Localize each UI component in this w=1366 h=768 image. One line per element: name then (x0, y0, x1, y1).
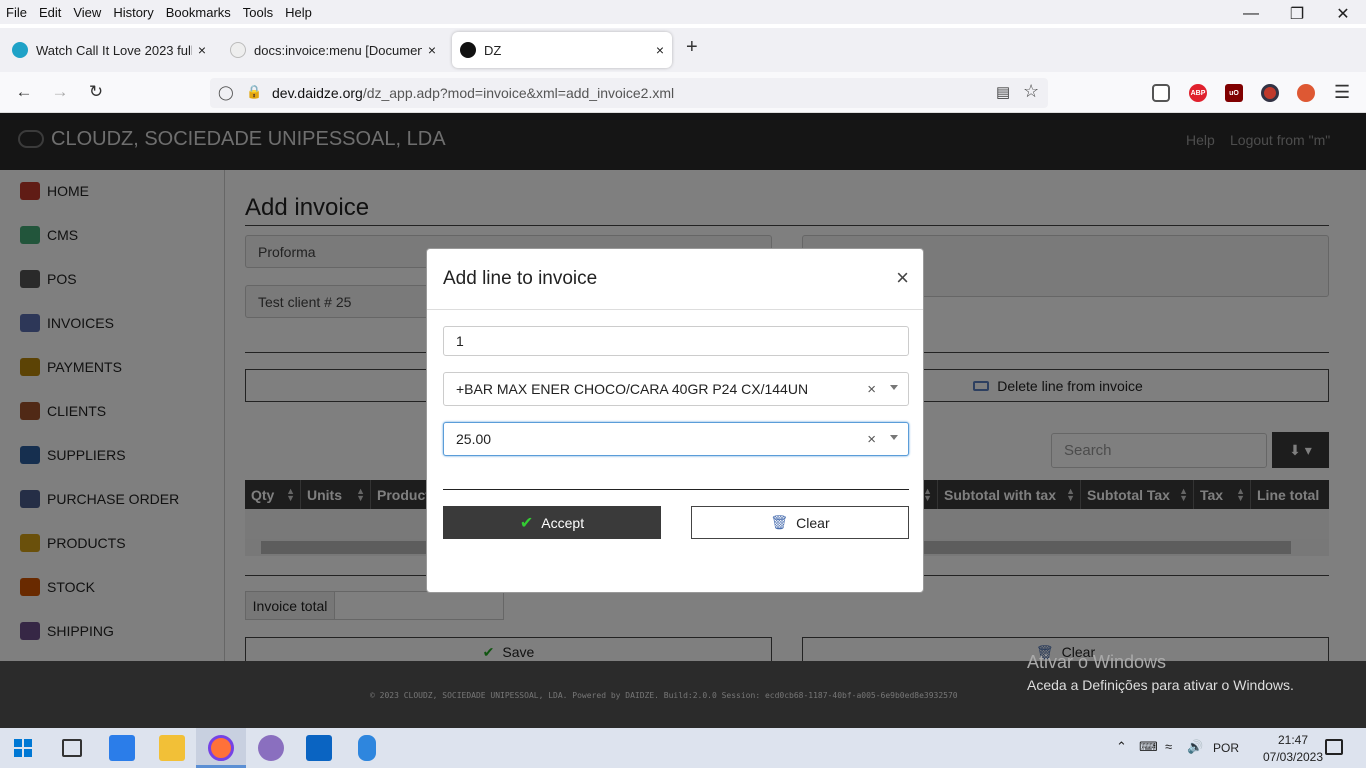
url-path: /dz_app.adp?mod=invoice&xml=add_invoice2… (362, 85, 675, 101)
shield-ext-icon[interactable] (1261, 84, 1279, 102)
reader-view-icon[interactable]: ▤ (996, 83, 1010, 101)
window-close-button[interactable]: ✕ (1320, 0, 1366, 28)
modal-clear-button[interactable]: 🗑 Clear (691, 506, 909, 539)
hamburger-menu-icon[interactable]: ☰ (1334, 82, 1350, 103)
price-clear-icon[interactable]: × (867, 431, 876, 448)
bookmark-star-icon[interactable]: ☆ (1023, 81, 1039, 102)
windows-activation-title: Ativar o Windows (1027, 652, 1167, 672)
tab-title: Watch Call It Love 2023 full serie (36, 42, 192, 58)
app-blue-icon[interactable] (358, 735, 376, 761)
menu-edit[interactable]: Edit (33, 5, 67, 20)
tab-title: DZ (484, 42, 502, 58)
menu-history[interactable]: History (107, 5, 159, 20)
tracking-shield-icon[interactable]: ◯ (218, 84, 234, 101)
price-selected-value: 25.00 (456, 431, 492, 447)
chevron-down-icon[interactable] (890, 435, 898, 440)
price-select[interactable]: 25.00 × (443, 422, 909, 456)
footer-text: © 2023 CLOUDZ, SOCIEDADE UNIPESSOAL, LDA… (370, 691, 958, 700)
menu-bookmarks[interactable]: Bookmarks (160, 5, 237, 20)
menu-bar: File Edit View History Bookmarks Tools H… (0, 0, 1366, 24)
add-line-modal: Add line to invoice × 1 +BAR MAX ENER CH… (426, 248, 924, 593)
duckduckgo-icon[interactable] (1297, 84, 1315, 102)
tab-docs[interactable]: docs:invoice:menu [Documentação × (222, 32, 444, 68)
adblock-icon[interactable]: ABP (1189, 84, 1207, 102)
trash-icon: 🗑 (770, 514, 789, 530)
accept-button[interactable]: ✔ Accept (443, 506, 661, 539)
menu-file[interactable]: File (0, 5, 33, 20)
chevron-down-icon[interactable] (890, 385, 898, 390)
tab-dz[interactable]: DZ × (452, 32, 672, 68)
firefox-icon (208, 735, 234, 761)
menu-view[interactable]: View (67, 5, 107, 20)
modal-header-divider (427, 309, 923, 310)
app-bird-icon[interactable] (258, 735, 284, 761)
wifi-icon[interactable]: ≈ (1165, 739, 1172, 754)
modal-divider (443, 489, 909, 490)
reload-icon[interactable]: ↻ (82, 80, 110, 104)
play-favicon-icon (12, 42, 28, 58)
windows-start-icon[interactable] (14, 739, 32, 757)
clock-time[interactable]: 21:47 (1263, 733, 1323, 747)
restore-button[interactable]: ❐ (1274, 0, 1320, 28)
tray-chevron-icon[interactable]: ⌃ (1116, 739, 1127, 755)
product-selected-value: +BAR MAX ENER CHOCO/CARA 40GR P24 CX/144… (456, 381, 809, 397)
lock-icon[interactable]: 🔒 (246, 84, 262, 100)
url-host: dev.daidze.org (272, 85, 363, 101)
product-clear-icon[interactable]: × (867, 381, 876, 398)
accept-label: Accept (541, 514, 585, 531)
back-icon[interactable]: ← (10, 80, 38, 104)
tab-watch[interactable]: Watch Call It Love 2023 full serie × (4, 32, 214, 68)
menu-tools[interactable]: Tools (237, 5, 279, 20)
dz-favicon-icon (460, 42, 476, 58)
tab-title: docs:invoice:menu [Documentação (254, 42, 422, 58)
tab-bar: Watch Call It Love 2023 full serie × doc… (0, 28, 1366, 72)
modal-clear-label: Clear (796, 514, 830, 531)
pocket-icon[interactable] (1152, 84, 1170, 102)
network-icon[interactable]: ⌨ (1139, 739, 1158, 755)
windows-activation-text: Aceda a Definições para ativar o Windows… (1027, 677, 1294, 693)
tab-close-icon[interactable]: × (198, 42, 206, 58)
modal-close-icon[interactable]: × (896, 265, 909, 291)
docs-favicon-icon (230, 42, 246, 58)
outlook-icon[interactable] (306, 735, 332, 761)
check-icon: ✔ (519, 514, 534, 532)
volume-icon[interactable]: 🔊 (1187, 739, 1203, 755)
forward-icon[interactable]: → (46, 80, 74, 104)
file-explorer-icon[interactable] (159, 735, 185, 761)
minimize-button[interactable]: — (1228, 0, 1274, 28)
tab-close-icon[interactable]: × (428, 42, 436, 58)
firefox-taskbar-button[interactable] (196, 728, 246, 768)
notification-icon[interactable] (1325, 739, 1343, 755)
product-select[interactable]: +BAR MAX ENER CHOCO/CARA 40GR P24 CX/144… (443, 372, 909, 406)
menu-help[interactable]: Help (279, 5, 318, 20)
store-icon[interactable] (109, 735, 135, 761)
ublock-icon[interactable]: uO (1225, 84, 1243, 102)
url-bar[interactable]: dev.daidze.org/dz_app.adp?mod=invoice&xm… (210, 78, 1048, 108)
language-indicator[interactable]: POR (1213, 741, 1239, 755)
task-view-icon[interactable] (62, 739, 82, 757)
quantity-input[interactable]: 1 (443, 326, 909, 356)
tab-close-icon[interactable]: × (656, 42, 664, 58)
modal-title: Add line to invoice (443, 268, 598, 289)
new-tab-button[interactable]: + (686, 36, 698, 59)
